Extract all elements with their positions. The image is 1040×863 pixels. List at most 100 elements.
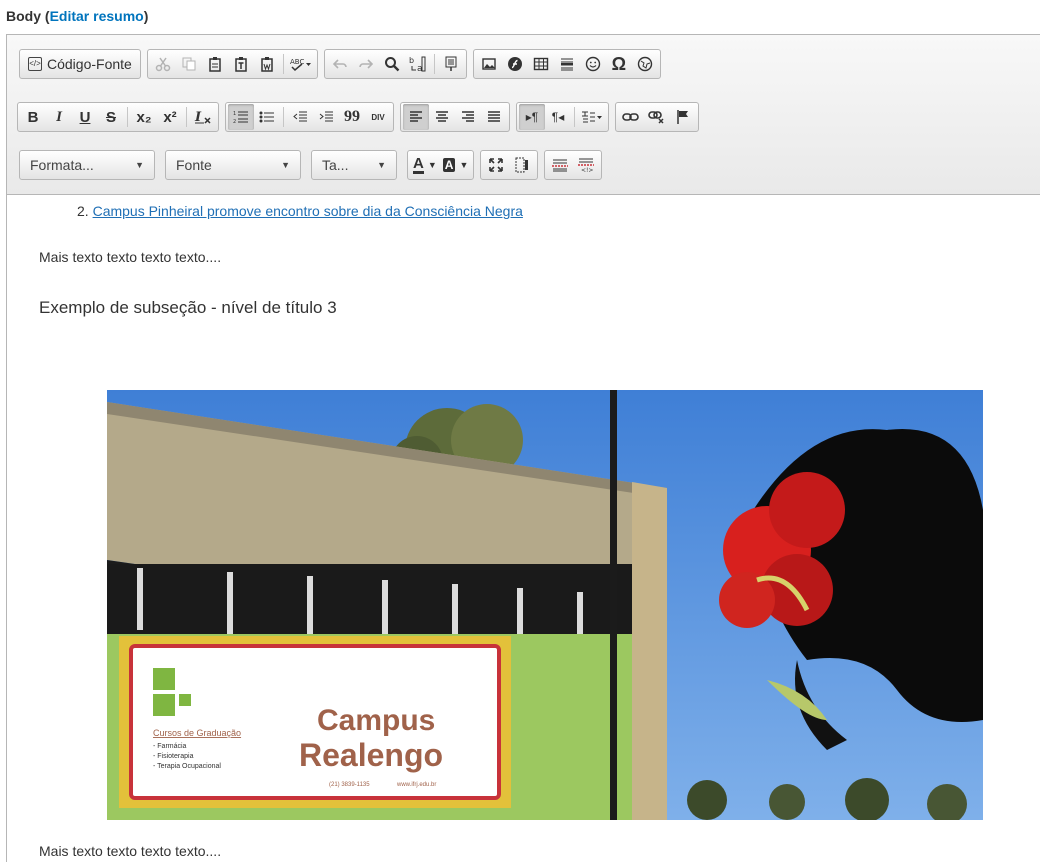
chevron-down-icon: ▼	[135, 160, 144, 170]
align-justify-icon[interactable]	[481, 104, 507, 130]
campus-photo[interactable]: Campus Realengo Cursos de Graduação - Fa…	[107, 390, 983, 820]
source-code-button[interactable]: </> Código-Fonte	[22, 51, 138, 77]
basic-styles-group: B I U S x₂ x² I	[17, 102, 219, 132]
editor-content[interactable]: 2. Campus Pinheiral promove encontro sob…	[7, 195, 1040, 863]
sign-course-3: - Terapia Ocupacional	[153, 763, 221, 770]
replace-icon[interactable]: ba	[405, 51, 431, 77]
link-group	[615, 102, 699, 132]
align-group	[400, 102, 510, 132]
format-select[interactable]: Formata... ▼	[19, 150, 155, 180]
unlink-icon[interactable]	[644, 104, 670, 130]
paste-icon[interactable]	[202, 51, 228, 77]
page-break-icon[interactable]	[547, 152, 573, 178]
copy-icon[interactable]	[176, 51, 202, 77]
separator	[127, 107, 128, 127]
separator	[574, 107, 575, 127]
sign-web: www.ifrj.edu.br	[396, 782, 436, 788]
maximize-icon[interactable]	[483, 152, 509, 178]
size-select[interactable]: Ta... ▼	[311, 150, 397, 180]
toolbar-row-2: B I U S x₂ x² I 12 99 DIV ▸¶ ¶◂	[17, 101, 705, 133]
bg-color-button[interactable]: A ▼	[440, 152, 472, 178]
separator	[433, 54, 435, 74]
link-icon[interactable]	[618, 104, 644, 130]
edit-summary-link[interactable]: Editar resumo	[50, 8, 144, 24]
undo-group: ba	[323, 49, 467, 79]
table-icon[interactable]	[528, 51, 554, 77]
bulleted-list-icon[interactable]	[254, 104, 280, 130]
sign-course-2: - Fisioterapia	[153, 753, 194, 760]
find-icon[interactable]	[379, 51, 405, 77]
page-break-group: <!>	[544, 150, 603, 180]
select-all-icon[interactable]	[438, 51, 464, 77]
toolbar-row-1: </> Código-Fonte ABC b a Ω	[19, 48, 667, 80]
source-group: </> Código-Fonte	[19, 49, 141, 79]
chevron-down-icon: ▼	[281, 160, 290, 170]
paste-word-icon[interactable]	[254, 51, 280, 77]
align-right-icon[interactable]	[455, 104, 481, 130]
sign-phone: (21) 3839-1135	[329, 782, 370, 788]
paragraph-group: 12 99 DIV	[225, 102, 394, 132]
sign-courses-heading: Cursos de Graduação	[153, 728, 241, 738]
sign-title: Campus	[317, 704, 435, 737]
chevron-down-icon: ▼	[377, 160, 386, 170]
smiley-icon[interactable]	[580, 51, 606, 77]
clipboard-group: ABC	[146, 49, 318, 79]
svg-text:ABC: ABC	[290, 58, 304, 66]
campus-photo-svg: Campus Realengo Cursos de Graduação - Fa…	[107, 390, 983, 820]
paragraph-1: Mais texto texto texto texto....	[39, 249, 222, 265]
svg-text:b: b	[409, 56, 414, 65]
list-item: 2. Campus Pinheiral promove encontro sob…	[77, 203, 523, 219]
align-left-icon[interactable]	[403, 104, 429, 130]
outdent-icon[interactable]	[287, 104, 313, 130]
special-char-icon[interactable]: Ω	[606, 51, 632, 77]
toolbar-row-3: Formata... ▼ Fonte ▼ Ta... ▼ A ▼ A ▼ <!>	[19, 149, 608, 181]
underline-button[interactable]: U	[72, 104, 98, 130]
editor-toolbar: </> Código-Fonte ABC b a Ω B I U S x₂ x²…	[7, 35, 1040, 195]
iframe-icon[interactable]	[632, 51, 658, 77]
tools-group	[480, 150, 539, 180]
sign-course-1: - Farmácia	[153, 743, 187, 750]
remove-format-icon[interactable]: I	[190, 104, 216, 130]
separator	[186, 107, 187, 127]
paragraph-2: Mais texto texto texto texto....	[39, 843, 222, 859]
bold-button[interactable]: B	[20, 104, 46, 130]
direction-group: ▸¶ ¶◂	[516, 102, 609, 132]
separator	[283, 107, 284, 127]
svg-text:2: 2	[233, 119, 236, 125]
field-label-text: Body	[6, 8, 41, 24]
field-label: Body (Editar resumo)	[6, 8, 149, 24]
svg-text:1: 1	[233, 111, 236, 117]
superscript-button[interactable]: x²	[157, 104, 183, 130]
paste-text-icon[interactable]	[228, 51, 254, 77]
rtl-icon[interactable]: ¶◂	[545, 104, 571, 130]
spellcheck-icon[interactable]: ABC	[287, 51, 315, 77]
flash-icon[interactable]	[502, 51, 528, 77]
text-color-button[interactable]: A ▼	[410, 152, 440, 178]
cut-icon[interactable]	[150, 51, 176, 77]
svg-text:<!>: <!>	[581, 167, 593, 173]
numbered-list-icon[interactable]: 12	[228, 104, 254, 130]
indent-icon[interactable]	[313, 104, 339, 130]
show-blocks-icon[interactable]	[509, 152, 535, 178]
sign-title-2: Realengo	[299, 737, 443, 773]
image-icon[interactable]	[476, 51, 502, 77]
blockquote-button[interactable]: 99	[339, 104, 365, 130]
horizontal-line-icon[interactable]	[554, 51, 580, 77]
source-icon: </>	[28, 57, 42, 71]
subsection-heading: Exemplo de subseção - nível de título 3	[39, 298, 337, 317]
italic-button[interactable]: I	[46, 104, 72, 130]
anchor-flag-icon[interactable]	[670, 104, 696, 130]
subscript-button[interactable]: x₂	[131, 104, 157, 130]
align-center-icon[interactable]	[429, 104, 455, 130]
insert-group: Ω	[472, 49, 661, 79]
article-link[interactable]: Campus Pinheiral promove encontro sobre …	[93, 203, 523, 219]
teaser-break-icon[interactable]: <!>	[573, 152, 599, 178]
strike-button[interactable]: S	[98, 104, 124, 130]
language-icon[interactable]	[578, 104, 606, 130]
div-button[interactable]: DIV	[365, 104, 391, 130]
redo-icon[interactable]	[353, 51, 379, 77]
undo-icon[interactable]	[327, 51, 353, 77]
separator	[282, 54, 284, 74]
font-select[interactable]: Fonte ▼	[165, 150, 301, 180]
ltr-icon[interactable]: ▸¶	[519, 104, 545, 130]
